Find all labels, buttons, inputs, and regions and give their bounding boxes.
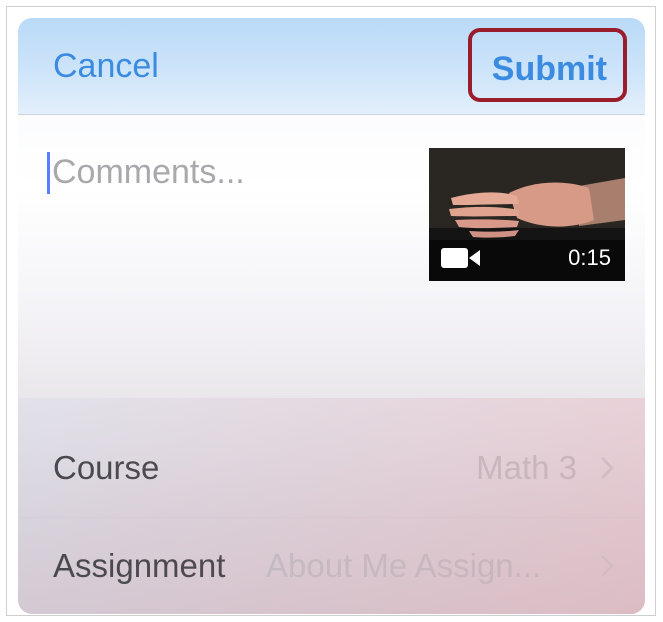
course-value: Math 3 [476,449,577,486]
assignment-value: About Me Assign... [266,547,542,584]
chevron-right-icon [597,517,617,614]
assignment-label: Assignment [53,547,226,584]
video-camera-icon [441,248,480,268]
navigation-bar: Cancel Submit [18,18,645,115]
assignment-row[interactable]: Assignment About Me Assign... [18,517,645,614]
video-thumbnail[interactable]: 0:15 [429,148,625,281]
comments-input[interactable] [52,142,372,202]
submission-sheet: Cancel Submit 0:15 Course Math 3 Assig [18,18,645,614]
course-label: Course [53,449,160,486]
course-row[interactable]: Course Math 3 [18,419,645,518]
submit-button[interactable]: Submit [467,28,627,102]
video-duration: 0:15 [568,245,611,270]
chevron-right-icon [597,419,617,517]
text-cursor [47,152,50,194]
cancel-button[interactable]: Cancel [53,18,159,114]
